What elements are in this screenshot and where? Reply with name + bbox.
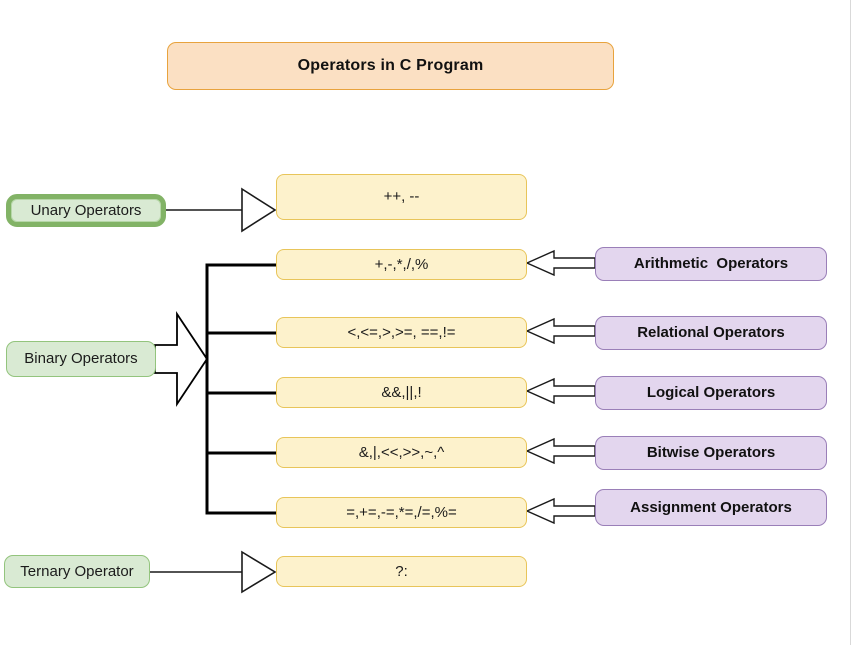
connector-bitwise — [525, 437, 596, 465]
connector-assignment — [525, 497, 596, 525]
page-title: Operators in C Program — [167, 42, 614, 90]
operators-assignment[interactable]: =,+=,-=,*=,/=,%= — [276, 497, 527, 528]
category-ternary-operator[interactable]: Ternary Operator — [4, 555, 150, 588]
label-relational-operators[interactable]: Relational Operators — [595, 316, 827, 350]
operators-ternary[interactable]: ?: — [276, 556, 527, 587]
category-binary-operators[interactable]: Binary Operators — [6, 341, 156, 377]
diagram-canvas: Operators in C Program Unary Operators B… — [0, 0, 851, 645]
operators-bitwise[interactable]: &,|,<<,>>,~,^ — [276, 437, 527, 468]
connector-unary — [166, 187, 277, 233]
label-arithmetic-operators[interactable]: Arithmetic Operators — [595, 247, 827, 281]
operators-arithmetic[interactable]: +,-,*,/,% — [276, 249, 527, 280]
connector-ternary — [150, 550, 277, 594]
operators-logical[interactable]: &&,||,! — [276, 377, 527, 408]
operators-relational[interactable]: <,<=,>,>=, ==,!= — [276, 317, 527, 348]
operators-unary[interactable]: ++, -- — [276, 174, 527, 220]
label-bitwise-operators[interactable]: Bitwise Operators — [595, 436, 827, 470]
label-assignment-operators[interactable]: Assignment Operators — [595, 489, 827, 526]
connector-arithmetic — [525, 249, 596, 277]
connector-relational — [525, 317, 596, 345]
connector-binary — [154, 263, 276, 515]
connector-logical — [525, 377, 596, 405]
label-logical-operators[interactable]: Logical Operators — [595, 376, 827, 410]
category-unary-operators[interactable]: Unary Operators — [6, 194, 166, 227]
